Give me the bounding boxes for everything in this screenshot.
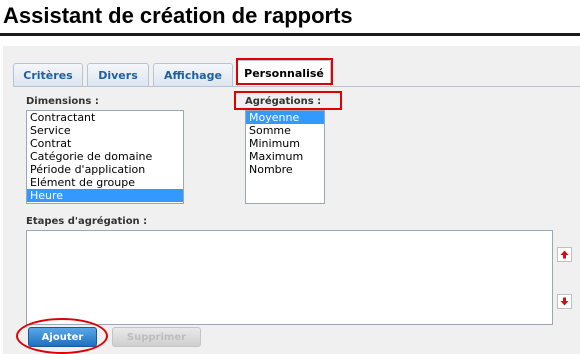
- dimension-option[interactable]: Contractant: [27, 111, 183, 124]
- aggregation-option[interactable]: Minimum: [246, 137, 324, 150]
- dimension-option[interactable]: Elément de groupe: [27, 176, 183, 189]
- dimension-option-selected[interactable]: Heure: [27, 189, 183, 202]
- dimensions-listbox[interactable]: Contractant Service Contrat Catégorie de…: [26, 110, 184, 204]
- dimension-option[interactable]: Période d'application: [27, 163, 183, 176]
- move-up-button[interactable]: [557, 247, 572, 262]
- aggregation-option[interactable]: Somme: [246, 124, 324, 137]
- steps-label: Etapes d'agrégation :: [26, 216, 148, 227]
- aggregations-label: Agrégations :: [245, 96, 322, 107]
- tab-criteres[interactable]: Critères: [13, 63, 83, 86]
- arrow-up-icon: [560, 250, 569, 259]
- dimension-option[interactable]: Catégorie de domaine: [27, 150, 183, 163]
- dimension-option[interactable]: Service: [27, 124, 183, 137]
- aggregation-option[interactable]: Maximum: [246, 150, 324, 163]
- tab-divers[interactable]: Divers: [87, 63, 149, 86]
- delete-button[interactable]: Supprimer: [112, 327, 201, 347]
- dimension-option[interactable]: Contrat: [27, 137, 183, 150]
- add-button[interactable]: Ajouter: [28, 327, 97, 347]
- tab-affichage[interactable]: Affichage: [153, 63, 233, 86]
- dimensions-label: Dimensions :: [26, 96, 99, 107]
- title-divider: [0, 33, 580, 36]
- aggregation-steps-list[interactable]: [26, 230, 553, 325]
- aggregation-option-selected[interactable]: Moyenne: [246, 111, 324, 124]
- tab-baseline: [13, 86, 580, 87]
- aggregation-option[interactable]: Nombre: [246, 163, 324, 176]
- tab-bar: Critères Divers Affichage Personnalisé: [3, 57, 580, 87]
- aggregations-listbox[interactable]: Moyenne Somme Minimum Maximum Nombre: [245, 110, 325, 204]
- tab-personnalise[interactable]: Personnalisé: [237, 60, 331, 87]
- arrow-down-icon: [560, 297, 569, 306]
- move-down-button[interactable]: [557, 294, 572, 309]
- page-title: Assistant de création de rapports: [3, 3, 353, 28]
